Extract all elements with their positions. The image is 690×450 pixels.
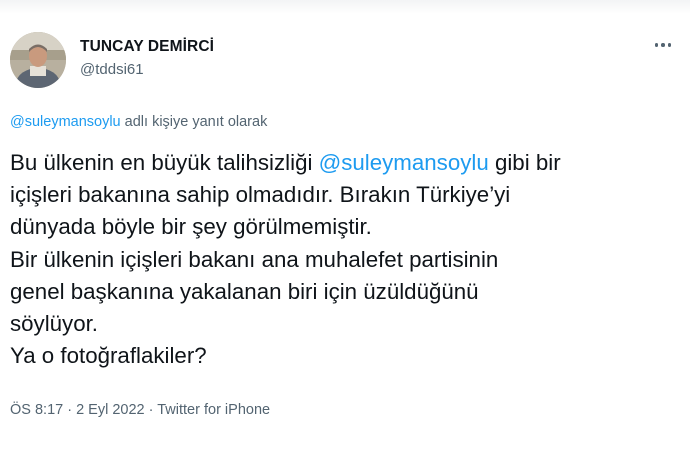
tweet-date[interactable]: 2 Eyl 2022 [76,402,145,418]
top-edge-fade [0,0,690,14]
author-handle[interactable]: @tddsi61 [80,60,214,80]
tweet-line: Bu ülkenin en büyük talihsizliği @suleym… [10,147,680,179]
meta-separator: · [63,402,77,418]
reply-mention-link[interactable]: @suleymansoylu [10,114,121,130]
tweet-line: içişleri bakanına sahip olmadıdır. Bırak… [10,182,511,208]
tweet-text-segment: Bu ülkenin en büyük talihsizliği [10,150,319,175]
reply-context: @suleymansoylu adlı kişiye yanıt olarak [10,113,267,131]
tweet-text: Bu ülkenin en büyük talihsizliği @suleym… [10,147,680,372]
tweet-time[interactable]: ÖS 8:17 [10,402,63,418]
tweet-card: TUNCAY DEMİRCİ @tddsi61 @suleymansoylu a… [0,0,690,450]
tweet-text-segment: gibi bir [488,150,561,175]
avatar[interactable] [10,32,66,88]
tweet-mention-link[interactable]: @suleymansoylu [319,150,489,175]
tweet-line: Ya o fotoğraflakiler? [10,343,207,369]
reply-context-text: adlı kişiye yanıt olarak [120,114,268,130]
meta-separator: · [144,402,158,418]
more-horizontal-icon[interactable] [652,40,674,50]
tweet-line: dünyada böyle bir şey görülmemiştir. [10,214,372,240]
tweet-header: TUNCAY DEMİRCİ @tddsi61 [10,32,680,90]
tweet-source[interactable]: Twitter for iPhone [157,402,270,418]
tweet-meta: ÖS 8:17 · 2 Eyl 2022 · Twitter for iPhon… [10,401,270,419]
author-display-name[interactable]: TUNCAY DEMİRCİ [80,37,214,57]
profile-photo [10,32,66,88]
more-dot [654,43,659,47]
tweet-line: Bir ülkenin içişleri bakanı ana muhalefe… [10,246,499,272]
tweet-line: söylüyor. [10,311,98,337]
more-dot [667,43,672,47]
tweet-line: genel başkanına yakalanan biri için üzül… [10,278,479,304]
author-block: TUNCAY DEMİRCİ @tddsi61 [80,37,214,80]
more-dot [661,43,665,47]
